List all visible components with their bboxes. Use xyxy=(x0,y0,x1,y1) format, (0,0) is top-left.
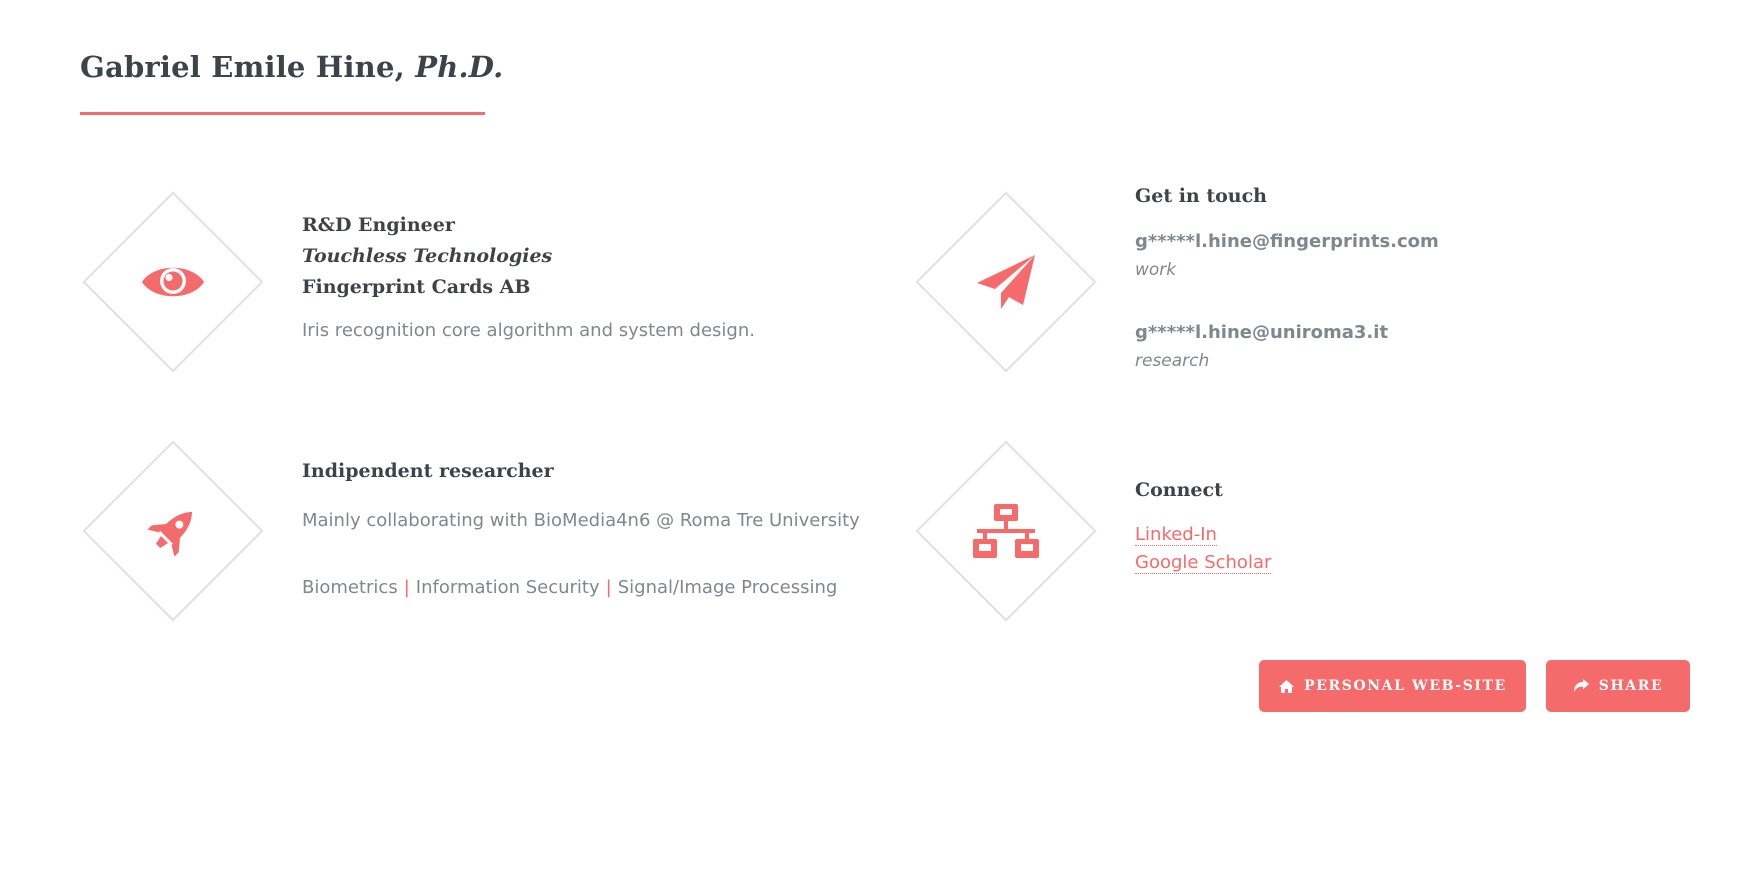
email-address[interactable]: g*****l.hine@uniroma3.it xyxy=(1135,319,1439,347)
topic-item: Biometrics xyxy=(302,577,398,598)
linkedin-link[interactable]: Linked-In xyxy=(1135,524,1217,546)
job-company: Fingerprint Cards AB xyxy=(302,276,531,298)
job-description: Iris recognition core algorithm and syst… xyxy=(302,320,755,341)
home-icon xyxy=(1279,679,1295,693)
connect-diamond xyxy=(915,440,1097,622)
job-diamond xyxy=(82,191,264,373)
google-scholar-link[interactable]: Google Scholar xyxy=(1135,552,1272,574)
person-name: Gabriel Emile Hine, xyxy=(80,50,405,84)
eye-icon xyxy=(142,267,204,297)
contact-diamond xyxy=(915,191,1097,373)
paper-plane-icon xyxy=(977,255,1035,309)
connect-info: Connect Linked-In Google Scholar xyxy=(1135,475,1272,576)
topic-item: Information Security xyxy=(415,577,600,598)
email-kind: research xyxy=(1135,351,1210,371)
contact-info: Get in touch g*****l.hine@fingerprints.c… xyxy=(1135,181,1439,375)
contact-title: Get in touch xyxy=(1135,185,1267,207)
connect-title: Connect xyxy=(1135,479,1223,501)
research-topics: Biometrics | Information Security | Signal/I… xyxy=(302,574,860,602)
job-team: Touchless Technologies xyxy=(302,245,553,267)
personal-website-button[interactable]: PERSONAL WEB-SITE xyxy=(1259,660,1526,712)
job-info: R&D Engineer Touchless Technologies Fing… xyxy=(302,210,755,345)
research-title: Indipendent researcher xyxy=(302,460,554,482)
person-degree: Ph.D. xyxy=(415,50,504,84)
research-info: Indipendent researcher Mainly collaborat… xyxy=(302,456,860,602)
research-description: Mainly collaborating with BioMedia4n6 @ … xyxy=(302,510,860,531)
job-role: R&D Engineer xyxy=(302,214,455,236)
personal-website-label: PERSONAL WEB-SITE xyxy=(1304,678,1507,694)
share-icon xyxy=(1573,679,1589,692)
title-underline xyxy=(80,112,485,115)
topic-separator: | xyxy=(605,577,612,598)
share-button[interactable]: SHARE xyxy=(1546,660,1690,712)
topic-separator: | xyxy=(403,577,410,598)
page-title: Gabriel Emile Hine, Ph.D. xyxy=(80,50,503,84)
share-label: SHARE xyxy=(1598,678,1664,694)
email-kind: work xyxy=(1135,260,1177,280)
research-diamond xyxy=(82,440,264,622)
network-icon xyxy=(973,504,1039,558)
rocket-icon xyxy=(147,511,193,557)
topic-item: Signal/Image Processing xyxy=(617,577,838,598)
email-address[interactable]: g*****l.hine@fingerprints.com xyxy=(1135,228,1439,256)
